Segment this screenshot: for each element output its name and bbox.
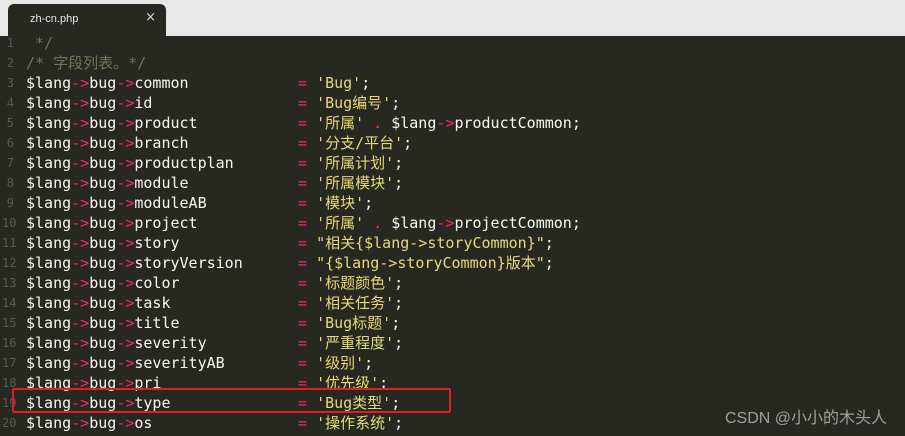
line-number: 13 [2, 276, 17, 290]
code-value: = "{$lang->storyCommon}版本"; [298, 254, 554, 272]
code-key: $lang->bug->color [26, 274, 180, 292]
code-line: 10 $lang->bug->project = '所属' . $lang->pro… [0, 213, 905, 233]
tab-zh-cn-php[interactable]: zh-cn.php × [8, 4, 166, 36]
tab-label: zh-cn.php [30, 13, 79, 25]
code-line: 6 $lang->bug->branch = '分支/平台'; [0, 133, 905, 153]
code-key: $lang->bug->productplan [26, 154, 234, 172]
line-number: 6 [6, 136, 14, 150]
code-value: = '级别'; [298, 354, 374, 372]
line-number: 7 [6, 156, 14, 170]
line-number: 5 [6, 116, 14, 130]
close-icon[interactable]: × [145, 10, 156, 25]
line-number: 3 [6, 76, 14, 90]
code-line: 9 $lang->bug->moduleAB = '模块'; [0, 193, 905, 213]
code-key: $lang->bug->module [26, 174, 189, 192]
code-value: = '所属' . $lang->productCommon; [298, 114, 581, 132]
code-line: 12 $lang->bug->storyVersion = "{$lang->sto… [0, 253, 905, 273]
code-value: = '模块'; [298, 194, 374, 212]
code-line: 4 $lang->bug->id = 'Bug编号'; [0, 93, 905, 113]
code-key: $lang->bug->project [26, 214, 198, 232]
code-value: = '所属计划'; [298, 154, 404, 172]
code-value: = '分支/平台'; [298, 134, 413, 152]
line-number: 15 [2, 316, 17, 330]
line-number: 19 [2, 396, 17, 410]
code-key: $lang->bug->branch [26, 134, 189, 152]
code-line: 2 /* 字段列表。*/ [0, 53, 905, 73]
code-line: 8 $lang->bug->module = '所属模块'; [0, 173, 905, 193]
code-value: = '操作系统'; [298, 414, 404, 432]
code-key: */ [26, 34, 54, 52]
line-number: 20 [2, 416, 17, 430]
code-key: $lang->bug->pri [26, 374, 162, 392]
code-key: $lang->bug->severity [26, 334, 207, 352]
line-number: 9 [6, 196, 14, 210]
code-line: 14 $lang->bug->task = '相关任务'; [0, 293, 905, 313]
code-key: $lang->bug->story [26, 234, 180, 252]
code-line: 3 $lang->bug->common = 'Bug'; [0, 73, 905, 93]
line-number: 12 [2, 256, 17, 270]
line-number: 17 [2, 356, 17, 370]
code-line: 16 $lang->bug->severity = '严重程度'; [0, 333, 905, 353]
code-key: /* 字段列表。*/ [26, 54, 147, 72]
code-line: 5 $lang->bug->product = '所属' . $lang->prod… [0, 113, 905, 133]
code-key: $lang->bug->common [26, 74, 189, 92]
line-number: 2 [6, 56, 14, 70]
code-value: = '所属' . $lang->projectCommon; [298, 214, 581, 232]
watermark: CSDN @小小的木头人 [724, 410, 887, 427]
line-number: 8 [6, 176, 14, 190]
code-value: = '所属模块'; [298, 174, 404, 192]
code-value: = '标题颜色'; [298, 274, 404, 292]
editor-window: zh-cn.php × 1 */ 2 /* 字段列表。*/ 3 $lang->bug->… [0, 0, 905, 436]
code-key: $lang->bug->title [26, 314, 180, 332]
code-value: = '严重程度'; [298, 334, 404, 352]
line-number: 11 [2, 236, 17, 250]
code-line: 13 $lang->bug->color = '标题颜色'; [0, 273, 905, 293]
code-key: $lang->bug->id [26, 94, 153, 112]
line-number: 16 [2, 336, 17, 350]
code-value: = 'Bug标题'; [298, 314, 401, 332]
code-value: = "相关{$lang->storyCommon}"; [298, 234, 554, 252]
code-key: $lang->bug->product [26, 114, 198, 132]
code-key: $lang->bug->type [26, 394, 171, 412]
line-number: 10 [2, 216, 17, 230]
line-number: 4 [6, 96, 14, 110]
code-key: $lang->bug->moduleAB [26, 194, 207, 212]
code-key: $lang->bug->storyVersion [26, 254, 243, 272]
code-line: 15 $lang->bug->title = 'Bug标题'; [0, 313, 905, 333]
code-value: = '优先级'; [298, 374, 389, 392]
code-key: $lang->bug->severityAB [26, 354, 225, 372]
code-line: 17 $lang->bug->severityAB = '级别'; [0, 353, 905, 373]
line-number: 18 [2, 376, 17, 390]
tab-bar: zh-cn.php × [0, 0, 905, 36]
code-value: = 'Bug'; [298, 74, 371, 92]
code-value: = 'Bug类型'; [298, 394, 401, 412]
code-line: 1 */ [0, 33, 905, 53]
code-key: $lang->bug->task [26, 294, 171, 312]
code-line: 11 $lang->bug->story = "相关{$lang->storyCom… [0, 233, 905, 253]
code-value: = 'Bug编号'; [298, 94, 401, 112]
code-line: 7 $lang->bug->productplan = '所属计划'; [0, 153, 905, 173]
line-number: 14 [2, 296, 17, 310]
code-line: 18 $lang->bug->pri = '优先级'; [0, 373, 905, 393]
code-value: = '相关任务'; [298, 294, 404, 312]
code-key: $lang->bug->os [26, 414, 153, 432]
line-number: 1 [6, 36, 14, 50]
code-editor[interactable]: 1 */ 2 /* 字段列表。*/ 3 $lang->bug->common = 'Bug… [0, 33, 905, 436]
